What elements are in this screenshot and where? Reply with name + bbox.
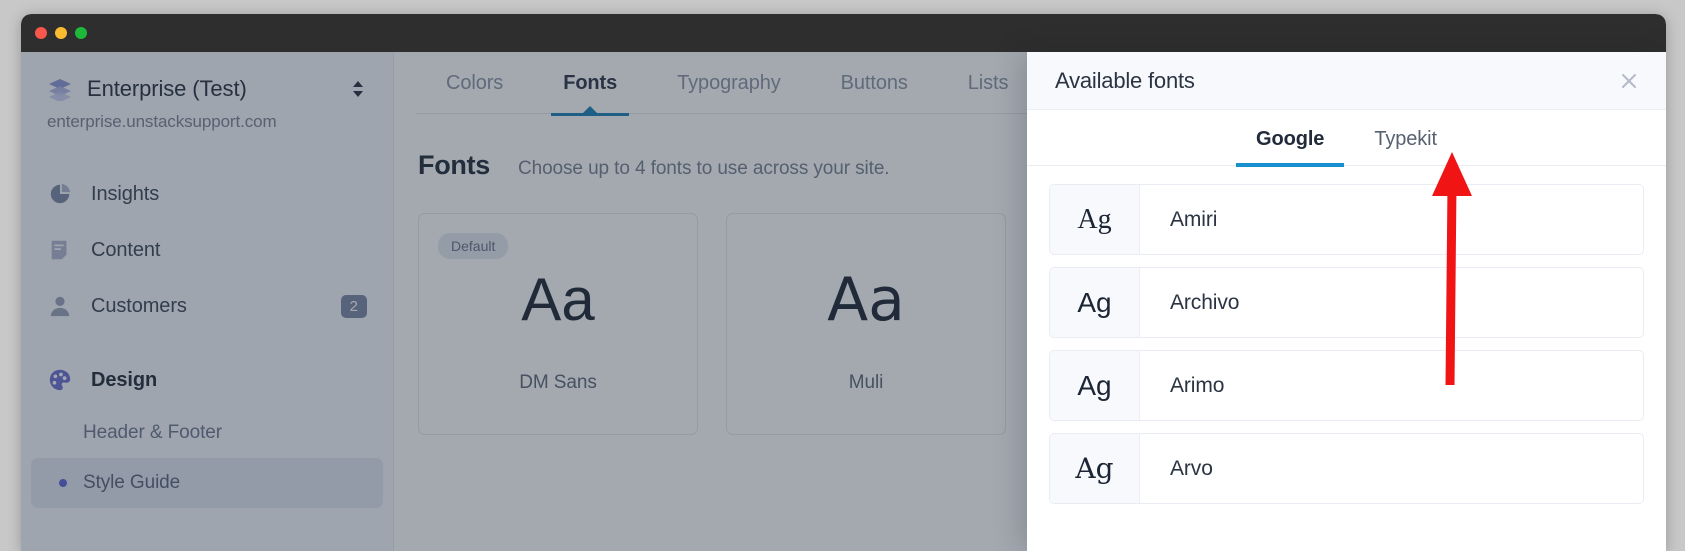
font-sample: Aa: [521, 266, 595, 333]
available-fonts-list[interactable]: Ag Amiri Ag Archivo Ag Arimo Ag Arvo: [1027, 166, 1666, 551]
font-source-tabs: Google Typekit: [1027, 110, 1666, 167]
page-title: Fonts: [418, 150, 490, 180]
sidebar-item-label: Insights: [91, 182, 160, 205]
customers-count-badge: 2: [340, 294, 367, 318]
tab-colors[interactable]: Colors: [416, 52, 533, 114]
site-url: enterprise.unstacksupport.com: [47, 112, 277, 131]
chevron-up-down-icon[interactable]: [349, 78, 367, 100]
font-card-label: Muli: [848, 372, 884, 393]
sidebar-item-label: Content: [91, 238, 161, 261]
sidebar-item-design[interactable]: Design: [21, 352, 393, 408]
sidebar-item-style-guide[interactable]: Style Guide: [31, 458, 383, 508]
sidebar: Enterprise (Test) enterprise.unstacksupp…: [21, 52, 394, 551]
sidebar-item-insights[interactable]: Insights: [21, 166, 393, 222]
default-badge: Default: [438, 233, 509, 259]
tab-fonts[interactable]: Fonts: [533, 52, 647, 116]
tab-typography[interactable]: Typography: [647, 52, 811, 114]
site-name: Enterprise (Test): [87, 76, 247, 101]
person-icon: [47, 293, 73, 319]
font-card-muli[interactable]: Aa Muli: [726, 213, 1006, 435]
font-preview: Ag: [1050, 185, 1140, 254]
tab-google[interactable]: Google: [1236, 110, 1345, 167]
font-card-dm-sans[interactable]: Default Aa DM Sans: [418, 213, 698, 435]
window-traffic-lights: [35, 27, 87, 39]
font-preview: Ag: [1050, 268, 1140, 337]
available-fonts-panel: Available fonts Google Typekit Ag Amiri …: [1027, 52, 1666, 551]
sidebar-nav: Insights Content Customers 2 Design Head…: [21, 166, 393, 508]
palette-icon: [47, 367, 73, 393]
minimize-window-button[interactable]: [55, 27, 67, 39]
close-icon[interactable]: [1614, 66, 1644, 96]
zoom-window-button[interactable]: [75, 27, 87, 39]
list-item[interactable]: Ag Arimo: [1049, 350, 1644, 421]
document-icon: [47, 237, 73, 263]
sidebar-item-customers[interactable]: Customers 2: [21, 278, 393, 334]
layers-icon: [47, 77, 73, 102]
browser-window: Enterprise (Test) enterprise.unstacksupp…: [21, 14, 1666, 551]
list-item[interactable]: Ag Amiri: [1049, 184, 1644, 255]
font-name-label: Archivo: [1170, 290, 1240, 314]
font-sample: Aa: [827, 265, 905, 335]
tab-lists[interactable]: Lists: [938, 52, 1039, 114]
tab-buttons[interactable]: Buttons: [811, 52, 938, 114]
app-body: Enterprise (Test) enterprise.unstacksupp…: [21, 52, 1666, 551]
pie-chart-icon: [47, 181, 73, 207]
panel-header: Available fonts: [1027, 52, 1666, 110]
font-preview: Ag: [1050, 351, 1140, 420]
tab-typekit[interactable]: Typekit: [1354, 110, 1457, 166]
font-preview: Ag: [1050, 434, 1140, 503]
list-item[interactable]: Ag Arvo: [1049, 433, 1644, 504]
font-card-label: DM Sans: [519, 372, 597, 393]
sidebar-subitem-label: Header & Footer: [83, 422, 222, 443]
list-item[interactable]: Ag Archivo: [1049, 267, 1644, 338]
font-name-label: Arimo: [1170, 373, 1225, 397]
sidebar-item-label: Design: [91, 368, 158, 391]
close-window-button[interactable]: [35, 27, 47, 39]
window-titlebar: [21, 14, 1666, 52]
font-name-label: Arvo: [1170, 456, 1213, 480]
font-name-label: Amiri: [1170, 207, 1218, 231]
page-subtitle: Choose up to 4 fonts to use across your …: [518, 158, 890, 179]
site-switcher[interactable]: Enterprise (Test): [21, 74, 393, 104]
panel-title: Available fonts: [1055, 67, 1195, 93]
selected-bullet-icon: [59, 479, 67, 487]
sidebar-item-label: Customers: [91, 294, 187, 317]
sidebar-subitem-label: Style Guide: [83, 472, 181, 493]
sidebar-item-header-footer[interactable]: Header & Footer: [31, 408, 383, 458]
sidebar-item-content[interactable]: Content: [21, 222, 393, 278]
